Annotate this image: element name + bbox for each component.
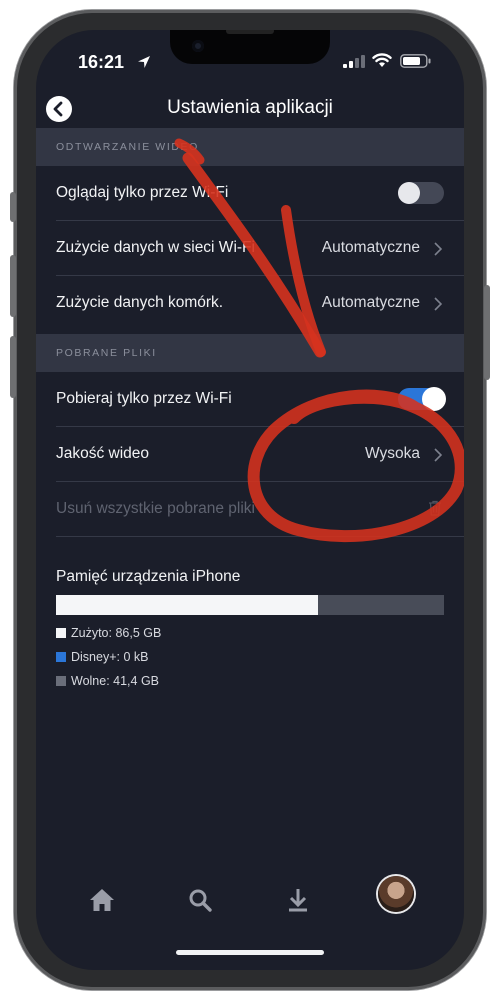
row-label: Zużycie danych w sieci Wi-Fi: [56, 239, 255, 256]
legend-used-text: Zużyto: 86,5 GB: [71, 626, 162, 640]
notch: [170, 30, 330, 64]
home-indicator: [176, 950, 324, 955]
download-wifi-only-toggle[interactable]: [398, 387, 446, 411]
section-header-video: ODTWARZANIE WIDEO: [36, 128, 464, 166]
legend-free: Wolne: 41,4 GB: [56, 674, 159, 688]
silent-switch: [10, 192, 16, 222]
toggle-knob: [422, 387, 446, 411]
watch-wifi-only-toggle[interactable]: [398, 182, 444, 204]
legend-free-text: Wolne: 41,4 GB: [71, 674, 160, 688]
row-label: Jakość wideo: [56, 445, 150, 462]
app-screen: 16:21 Ustawienia aplikacji ODTWARZANIE W…: [36, 30, 464, 970]
row-label: Oglądaj tylko przez Wi-Fi: [56, 184, 229, 201]
row-value: Automatyczne: [321, 294, 420, 311]
status-time: 16:21: [78, 52, 125, 72]
battery-icon: [400, 54, 431, 68]
storage-used-fill: [56, 595, 319, 615]
profile-avatar[interactable]: [378, 876, 414, 912]
location-arrow-icon: [138, 56, 150, 68]
page-title: Ustawienia aplikacji: [167, 97, 333, 118]
legend-swatch-disney: [56, 652, 66, 662]
row-value: Automatyczne: [321, 239, 420, 256]
row-label: Usuń wszystkie pobrane pliki: [56, 500, 256, 517]
chevron-right-icon: [434, 448, 442, 462]
divider: [56, 536, 464, 537]
home-icon[interactable]: [82, 880, 122, 920]
chevron-right-icon: [434, 297, 442, 311]
front-camera: [192, 40, 204, 52]
legend-swatch-free: [56, 676, 66, 686]
signal-icon: [343, 55, 365, 68]
trash-icon: [429, 500, 441, 516]
section-header-downloads: POBRANE PLIKI: [36, 334, 464, 372]
toggle-knob: [398, 182, 420, 204]
speaker: [226, 30, 274, 34]
row-watch-wifi-only[interactable]: Oglądaj tylko przez Wi-Fi: [36, 166, 464, 221]
row-wifi-data-usage[interactable]: Zużycie danych w sieci Wi-Fi Automatyczn…: [36, 221, 464, 276]
wifi-icon: [372, 53, 392, 67]
row-video-quality[interactable]: Jakość wideo Wysoka: [36, 427, 464, 482]
row-value: Wysoka: [365, 445, 420, 462]
legend-used: Zużyto: 86,5 GB: [56, 626, 161, 640]
storage-title: Pamięć urządzenia iPhone: [56, 568, 241, 585]
chevron-right-icon: [434, 242, 442, 256]
power-button: [484, 285, 490, 380]
row-label: Zużycie danych komórk.: [56, 294, 224, 311]
volume-down-button: [10, 336, 16, 398]
row-cellular-data-usage[interactable]: Zużycie danych komórk. Automatyczne: [36, 276, 464, 331]
storage-bar: [56, 595, 444, 615]
legend-swatch-used: [56, 628, 66, 638]
row-label: Pobieraj tylko przez Wi-Fi: [56, 390, 232, 407]
row-delete-downloads[interactable]: Usuń wszystkie pobrane pliki: [36, 482, 464, 537]
legend-disney-text: Disney+: 0 kB: [71, 650, 149, 664]
download-icon[interactable]: [278, 880, 318, 920]
app-header: Ustawienia aplikacji: [36, 90, 464, 130]
search-icon[interactable]: [180, 880, 220, 920]
volume-up-button: [10, 255, 16, 317]
legend-disney: Disney+: 0 kB: [56, 650, 148, 664]
row-download-wifi-only[interactable]: Pobieraj tylko przez Wi-Fi: [36, 372, 464, 427]
tab-bar: [36, 870, 464, 930]
